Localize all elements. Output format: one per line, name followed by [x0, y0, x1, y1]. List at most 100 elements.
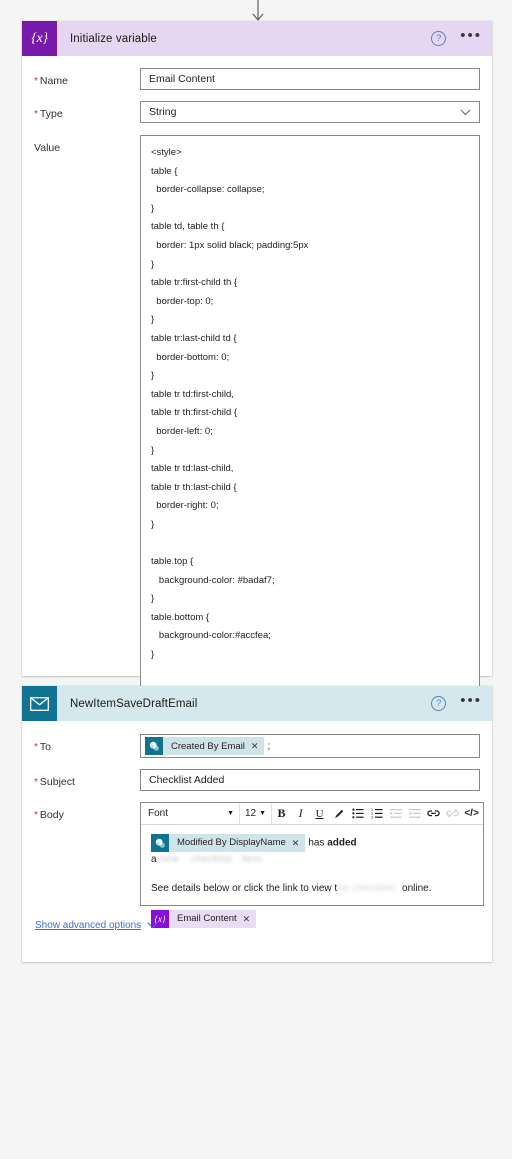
field-row-to: To s Created By Email ✕ ; — [22, 734, 492, 758]
value-code-line: table tr td:first-child, — [151, 388, 234, 400]
value-code-line: table tr th:last-child { — [151, 481, 237, 493]
variable-braces-icon: {x} — [22, 21, 57, 56]
variable-braces-glyph: {x} — [31, 30, 48, 46]
body-line2-prefix: See details below or click the link to v… — [151, 883, 338, 894]
bold-icon[interactable]: B — [272, 803, 291, 824]
chevron-down-icon: ▼ — [227, 810, 234, 817]
field-row-name: Name Email Content — [22, 68, 492, 90]
body-line-2: See details below or click the link to v… — [151, 881, 473, 897]
value-code-line: table tr td:last-child, — [151, 463, 234, 475]
value-code-line: } — [151, 314, 155, 326]
body-text-suffix: a — [151, 854, 157, 865]
card-title-initialize-variable: Initialize variable — [70, 32, 157, 45]
value-code-line: } — [151, 444, 155, 456]
value-code-line: table td, table th { — [151, 221, 225, 233]
font-size-value: 12 — [245, 808, 257, 819]
card-title-send-email: NewItemSaveDraftEmail — [70, 697, 198, 710]
value-code-line: border-right: 0; — [151, 500, 219, 512]
type-select[interactable]: String — [140, 101, 480, 123]
value-code-line: border-left: 0; — [151, 425, 213, 437]
more-options-icon[interactable]: ••• — [460, 28, 482, 46]
link-icon[interactable] — [424, 803, 443, 824]
bullet-list-icon[interactable] — [348, 803, 367, 824]
outdent-icon — [386, 803, 405, 824]
sharepoint-icon: s — [145, 737, 163, 755]
help-circle-icon[interactable]: ? — [431, 31, 447, 46]
value-code-line: border-bottom: 0; — [151, 351, 230, 363]
value-code-line: } — [151, 202, 155, 214]
indent-icon — [405, 803, 424, 824]
subject-input[interactable]: Checklist Added — [140, 769, 480, 791]
token-label: Created By Email — [171, 740, 245, 752]
value-code-line: } — [151, 370, 155, 382]
value-code-line: table tr:first-child th { — [151, 277, 238, 289]
more-options-icon[interactable]: ••• — [460, 693, 482, 711]
font-family-value: Font — [148, 808, 169, 819]
chevron-down-icon: ▼ — [259, 810, 267, 817]
rich-text-toolbar[interactable]: Font ▼ 12 ▼ B I U 1 2 3 </> — [141, 803, 484, 825]
token-created-by-email[interactable]: s Created By Email ✕ — [145, 737, 265, 755]
value-code-line: background-color:#accfea; — [151, 630, 271, 642]
token-label: Modified By DisplayName — [177, 837, 286, 848]
help-circle-icon[interactable]: ? — [431, 696, 447, 711]
value-code-line: table { — [151, 165, 178, 177]
value-code-input[interactable]: <style> table { border-collapse: collapse… — [140, 135, 480, 705]
remove-token-icon[interactable]: ✕ — [243, 911, 257, 927]
to-input[interactable]: s Created By Email ✕ ; — [140, 734, 480, 758]
token-modified-by-displayname[interactable]: s Modified By DisplayName ✕ — [151, 834, 306, 852]
highlight-pen-icon[interactable] — [329, 803, 348, 824]
name-input[interactable]: Email Content — [140, 68, 480, 90]
value-code-line: } — [151, 593, 155, 605]
field-row-type: Type String — [22, 101, 492, 123]
card-header-initialize-variable[interactable]: {x} Initialize variable ? ••• — [22, 21, 492, 56]
label-name: Name — [34, 68, 140, 87]
card-header-actions: ? ••• — [431, 21, 482, 56]
token-label: Email Content — [177, 913, 237, 924]
send-email-form: To s Created By Email ✕ ; — [22, 734, 492, 933]
show-advanced-options-label: Show advanced options — [35, 920, 142, 931]
label-value: Value — [34, 142, 61, 154]
field-row-body: Body Font ▼ 12 ▼ B I U — [22, 802, 492, 928]
italic-icon[interactable]: I — [291, 803, 310, 824]
flow-designer-canvas: {x} Initialize variable ? ••• Name Email… — [0, 0, 512, 1159]
card-header-send-email[interactable]: NewItemSaveDraftEmail ? ••• — [22, 686, 492, 721]
type-select-value: String — [149, 106, 177, 118]
font-size-dropdown[interactable]: 12 ▼ — [240, 803, 273, 824]
code-view-icon[interactable]: </> — [462, 803, 481, 824]
underline-icon[interactable]: U — [310, 803, 329, 824]
chevron-down-icon — [147, 922, 158, 929]
send-email-card[interactable]: NewItemSaveDraftEmail ? ••• To s — [22, 686, 492, 962]
remove-token-icon[interactable]: ✕ — [251, 741, 265, 752]
arrow-down-icon — [248, 0, 268, 22]
envelope-icon — [22, 686, 57, 721]
label-body: Body — [34, 802, 140, 821]
value-code-line: border: 1px solid black; padding:5px — [151, 239, 309, 251]
body-line-1: s Modified By DisplayName ✕ has added a … — [151, 834, 473, 868]
field-row-subject: Subject Checklist Added — [22, 769, 492, 791]
value-code-line: <style> — [151, 147, 182, 158]
value-code-line: border-top: 0; — [151, 295, 214, 307]
body-content[interactable]: s Modified By DisplayName ✕ has added a … — [141, 825, 483, 938]
value-code-line: } — [151, 258, 155, 270]
value-code-line: } — [151, 518, 155, 530]
initialize-variable-form: Name Email Content Type String Value — [22, 68, 492, 705]
chevron-down-icon — [460, 108, 471, 116]
value-code-line: table.bottom { — [151, 611, 210, 623]
body-rich-text-editor[interactable]: Font ▼ 12 ▼ B I U 1 2 3 </> s Modified B… — [140, 802, 485, 928]
show-advanced-options-link[interactable]: Show advanced options — [35, 920, 158, 931]
value-code-line: table.top { — [151, 556, 194, 568]
remove-token-icon[interactable]: ✕ — [292, 835, 306, 851]
redacted-text: new checklist item. — [156, 854, 265, 865]
to-trailing-text: ; — [267, 740, 271, 752]
svg-text:s: s — [157, 840, 159, 845]
numbered-list-icon[interactable]: 1 2 3 — [367, 803, 386, 824]
sharepoint-icon: s — [151, 834, 169, 852]
label-type: Type — [34, 101, 140, 120]
body-text-prefix: has — [308, 837, 328, 849]
label-to: To — [34, 734, 140, 753]
value-code-line — [151, 534, 469, 553]
value-code-content: <style> table { border-collapse: collapse… — [151, 144, 469, 665]
initialize-variable-card[interactable]: {x} Initialize variable ? ••• Name Email… — [22, 21, 492, 705]
font-family-dropdown[interactable]: Font ▼ — [143, 803, 240, 824]
token-email-content[interactable]: {x} Email Content ✕ — [151, 910, 257, 928]
